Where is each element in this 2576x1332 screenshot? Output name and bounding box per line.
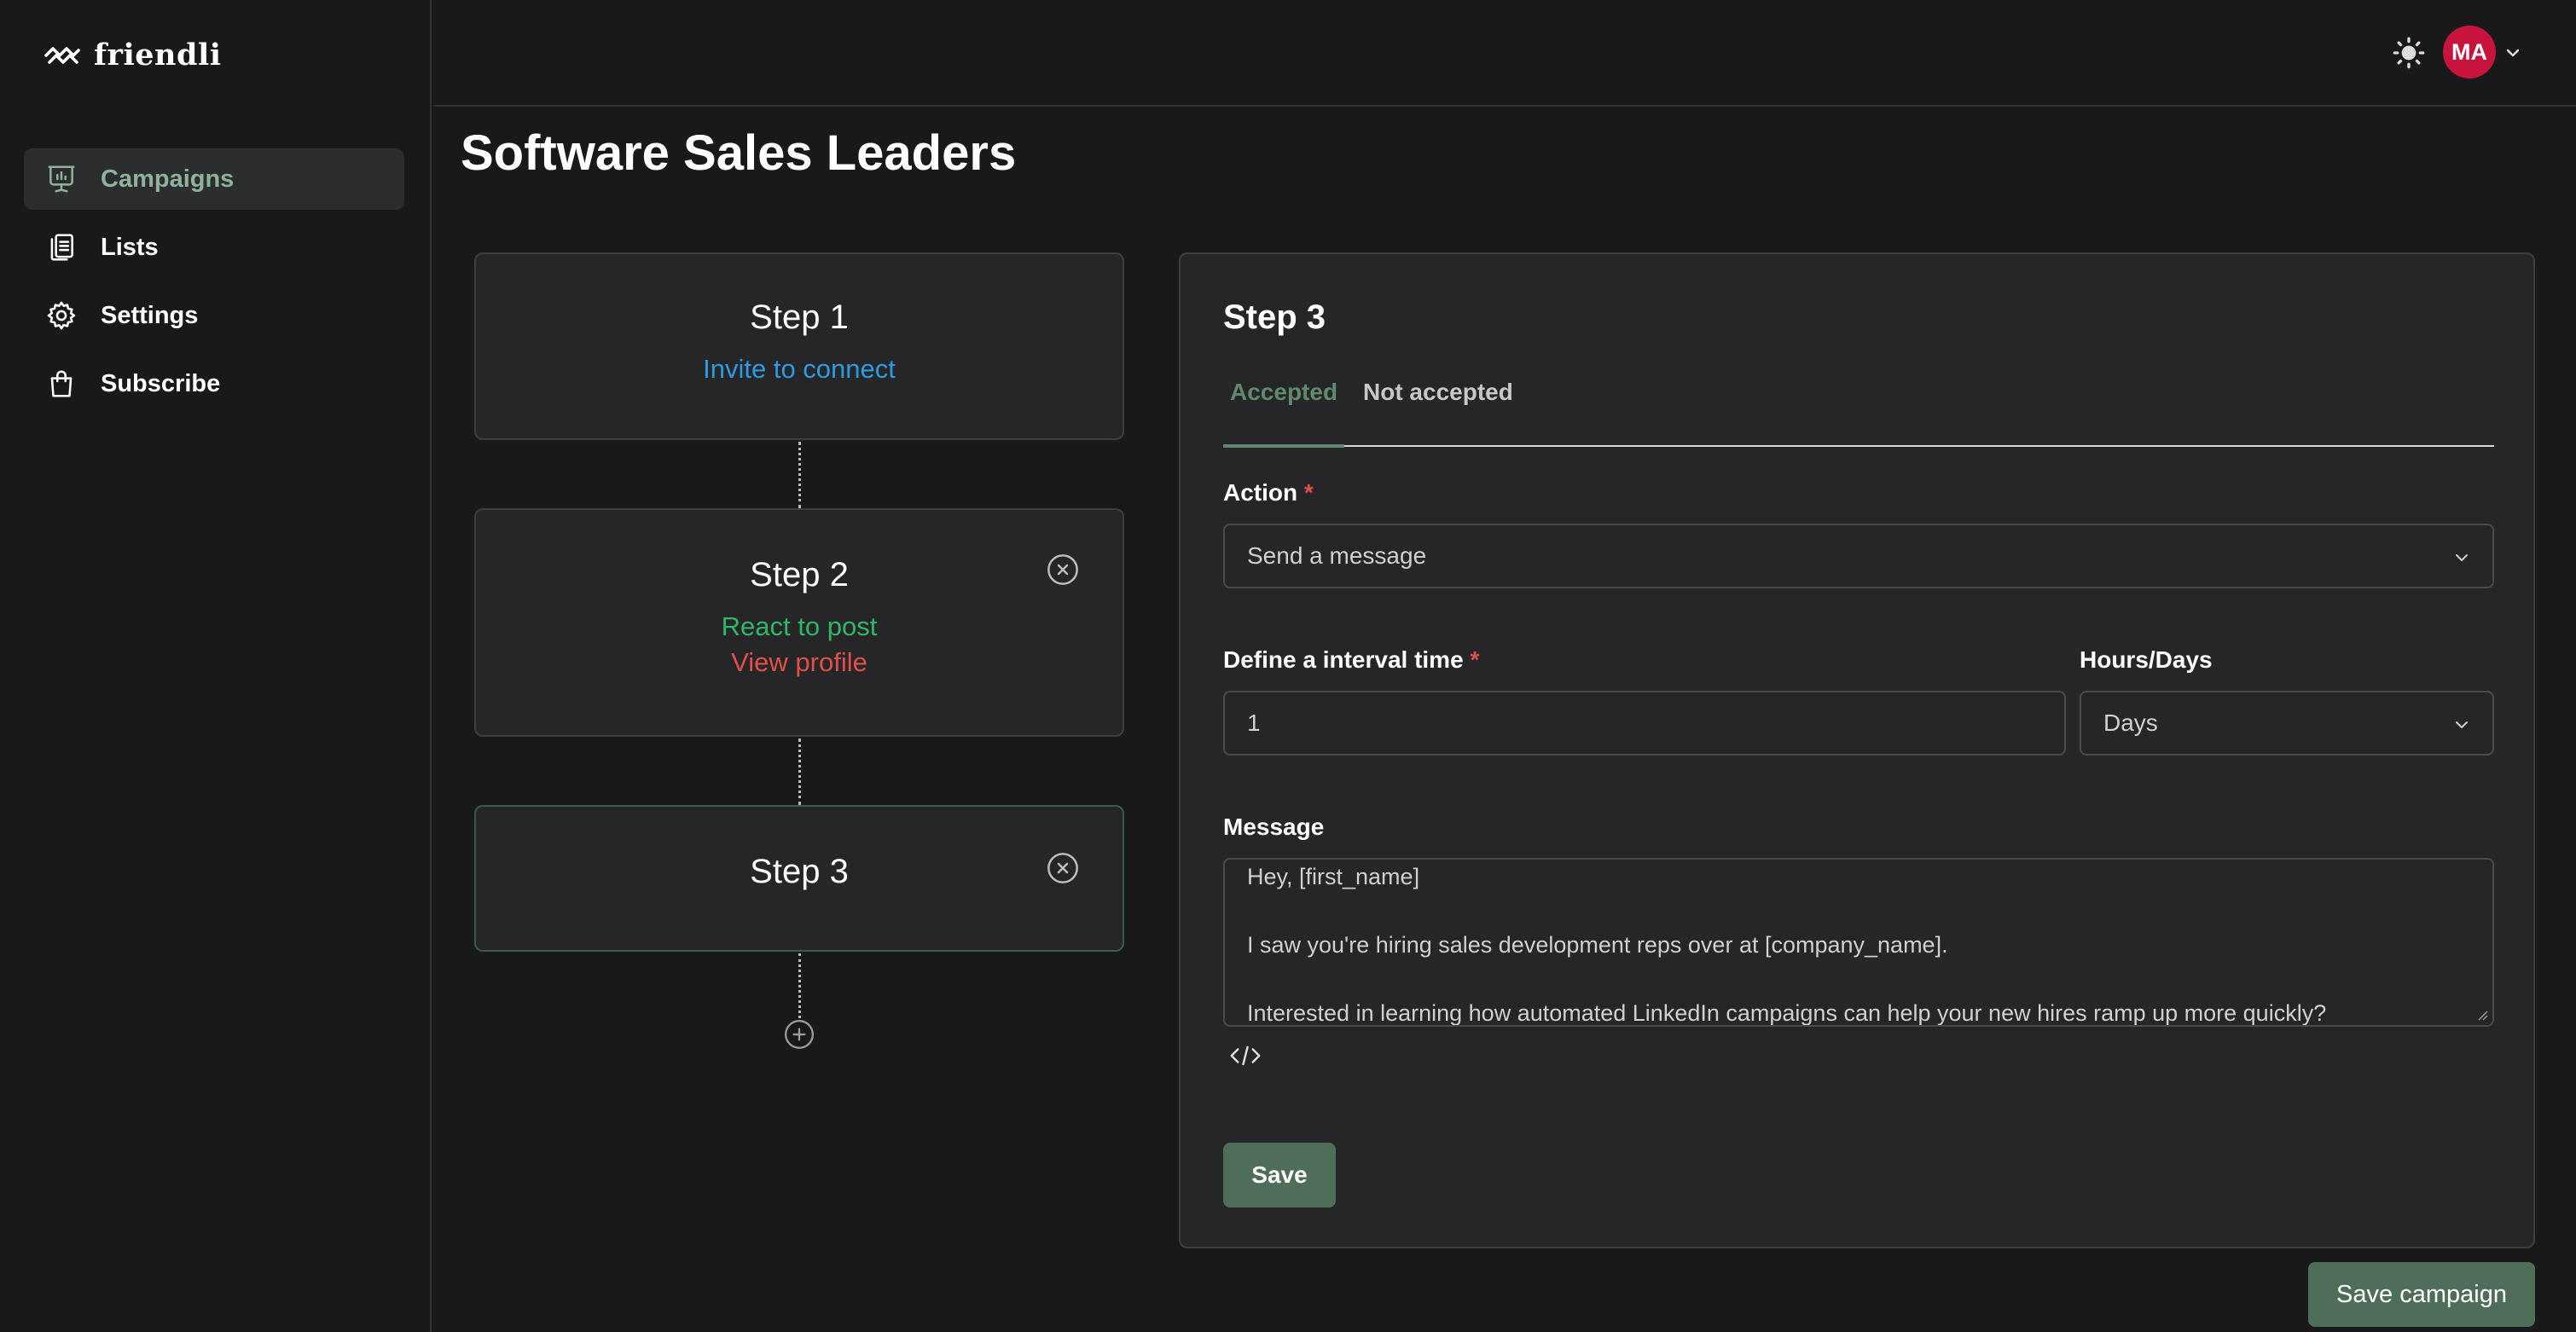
remove-step-icon[interactable] xyxy=(1046,851,1080,885)
top-bar: MA xyxy=(433,0,2576,107)
brand-name: friendli xyxy=(94,38,222,72)
document-list-icon xyxy=(44,230,78,264)
step-editor-panel: Step 3 Accepted Not accepted Action * Se… xyxy=(1179,252,2535,1248)
step-connector xyxy=(798,738,801,805)
step-action-react: React to post xyxy=(721,611,878,641)
friendli-logo-icon xyxy=(44,46,80,64)
shopping-bag-icon xyxy=(44,367,78,401)
sidebar-item-campaigns[interactable]: Campaigns xyxy=(24,148,404,210)
code-icon[interactable] xyxy=(1228,1042,1262,1069)
presentation-chart-icon xyxy=(44,162,78,196)
step-connector xyxy=(798,442,801,508)
sidebar-item-label: Campaigns xyxy=(101,165,235,193)
tab-not-accepted[interactable]: Not accepted xyxy=(1363,379,1513,406)
brand-logo[interactable]: friendli xyxy=(44,38,222,72)
add-step-icon[interactable] xyxy=(783,1018,815,1051)
sidebar-item-subscribe[interactable]: Subscribe xyxy=(24,353,404,414)
step-card-1[interactable]: Step 1 Invite to connect xyxy=(474,252,1124,440)
step-title: Step 1 xyxy=(750,298,849,336)
required-mark: * xyxy=(1470,646,1480,673)
tab-accepted[interactable]: Accepted xyxy=(1230,379,1337,406)
message-label: Message xyxy=(1223,814,1325,840)
step-action-invite: Invite to connect xyxy=(703,354,896,384)
unit-select[interactable]: Days xyxy=(2080,691,2494,756)
message-line: I saw you're hiring sales development re… xyxy=(1247,932,1948,958)
message-line xyxy=(1247,962,2470,996)
action-select-value: Send a message xyxy=(1247,542,1427,569)
panel-title: Step 3 xyxy=(1223,298,1326,336)
action-label: Action * xyxy=(1223,479,1314,506)
save-campaign-button[interactable]: Save campaign xyxy=(2308,1262,2535,1327)
sun-icon[interactable] xyxy=(2392,36,2426,70)
interval-label: Define a interval time * xyxy=(1223,646,1480,673)
chevron-down-icon xyxy=(2456,554,2468,561)
message-textarea[interactable]: Hey, [first_name] I saw you're hiring sa… xyxy=(1223,858,2494,1027)
message-line: Interested in learning how automated Lin… xyxy=(1247,1000,2327,1026)
interval-input-value: 1 xyxy=(1247,709,1261,736)
step-connector xyxy=(798,953,801,1018)
unit-select-value: Days xyxy=(2103,709,2158,736)
tab-bar: Accepted Not accepted xyxy=(1223,370,2494,448)
action-select[interactable]: Send a message xyxy=(1223,524,2494,588)
user-avatar[interactable]: MA xyxy=(2443,26,2496,78)
sidebar-item-label: Subscribe xyxy=(101,369,221,397)
step-title: Step 2 xyxy=(750,556,849,594)
sidebar: friendli Campaigns Lists Settings Subscr… xyxy=(0,0,432,1332)
step-title: Step 3 xyxy=(750,853,849,890)
unit-label: Hours/Days xyxy=(2080,646,2213,673)
interval-input[interactable]: 1 xyxy=(1223,691,2066,756)
sidebar-item-label: Lists xyxy=(101,233,159,261)
step-action-view-profile: View profile xyxy=(731,647,867,677)
step-card-3[interactable]: Step 3 xyxy=(474,805,1124,952)
message-line: Hey, [first_name] xyxy=(1247,864,1420,889)
active-tab-indicator xyxy=(1223,444,1344,448)
gear-icon xyxy=(44,298,78,333)
sidebar-nav: Campaigns Lists Settings Subscribe xyxy=(24,148,404,421)
remove-step-icon[interactable] xyxy=(1046,553,1080,587)
step-card-2[interactable]: Step 2 React to post View profile xyxy=(474,508,1124,737)
sidebar-item-settings[interactable]: Settings xyxy=(24,285,404,346)
sidebar-item-lists[interactable]: Lists xyxy=(24,217,404,278)
chevron-down-icon[interactable] xyxy=(2503,43,2523,63)
save-step-button[interactable]: Save xyxy=(1223,1143,1336,1207)
sidebar-item-label: Settings xyxy=(101,301,199,329)
chevron-down-icon xyxy=(2456,721,2468,728)
message-line xyxy=(1247,894,2470,928)
page-title: Software Sales Leaders xyxy=(461,125,1017,181)
resize-handle-icon[interactable] xyxy=(2475,1008,2489,1022)
required-mark: * xyxy=(1303,479,1314,506)
